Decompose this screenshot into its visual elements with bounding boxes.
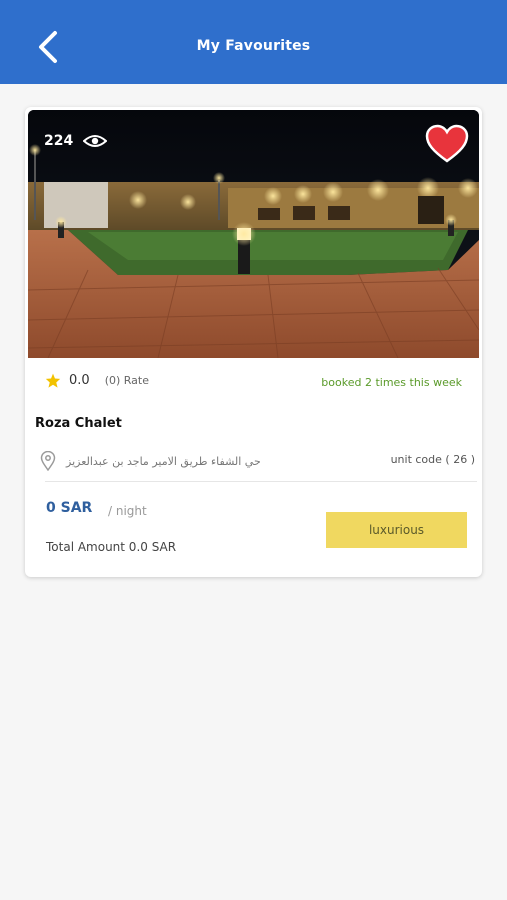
address-row: حي الشفاء طريق الامير ماجد بن عبدالعزيز bbox=[40, 451, 261, 471]
view-count: 224 bbox=[44, 133, 108, 149]
app-header: My Favourites bbox=[0, 0, 507, 84]
location-pin-icon bbox=[40, 451, 56, 471]
chalet-name[interactable]: Roza Chalet bbox=[35, 416, 122, 431]
eye-icon bbox=[83, 135, 108, 147]
booking-frequency: booked 2 times this week bbox=[321, 376, 462, 389]
category-badge-button[interactable]: luxurious bbox=[326, 512, 467, 548]
rate-count-label[interactable]: (0) Rate bbox=[105, 374, 149, 387]
favourite-card[interactable]: 224 0.0 (0) Rate booked 2 times this wee… bbox=[25, 107, 482, 577]
per-night-label: / night bbox=[108, 504, 147, 518]
rating-value: 0.0 bbox=[69, 373, 90, 388]
favourite-button[interactable] bbox=[425, 124, 469, 164]
unit-code: unit code ( 26 ) bbox=[390, 453, 475, 466]
total-amount: Total Amount 0.0 SAR bbox=[46, 540, 177, 554]
price: 0 SAR bbox=[46, 500, 93, 516]
heart-icon bbox=[425, 124, 469, 163]
chalet-photo[interactable]: 224 bbox=[28, 110, 479, 358]
page-title: My Favourites bbox=[196, 38, 311, 54]
rating-row: 0.0 (0) Rate bbox=[45, 373, 149, 388]
star-icon bbox=[45, 373, 61, 388]
view-count-value: 224 bbox=[44, 133, 74, 149]
divider bbox=[45, 481, 477, 482]
address-text: حي الشفاء طريق الامير ماجد بن عبدالعزيز bbox=[66, 454, 261, 468]
